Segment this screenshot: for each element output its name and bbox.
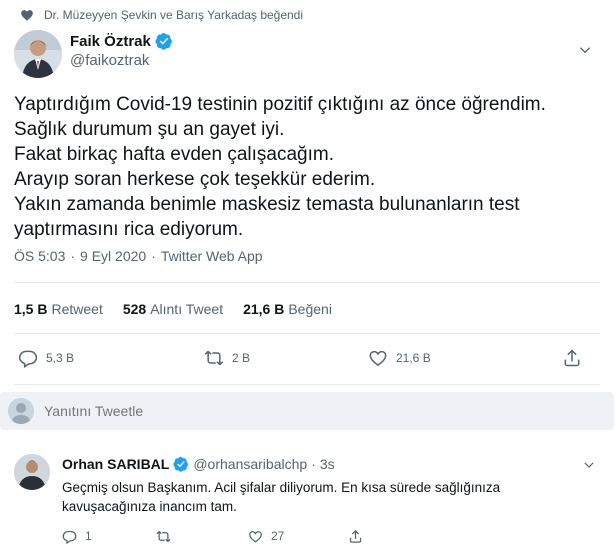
retweet-stat[interactable]: 1,5 B Retweet [14,301,103,317]
like-action-count: 21,6 B [396,351,431,365]
share-icon [564,349,580,367]
tweet-time[interactable]: ÖS 5:03 [14,248,65,264]
retweet-icon [156,530,171,542]
author-name-row[interactable]: Faik Öztrak [70,32,173,50]
tweet-stats: 1,5 B Retweet 528 Alıntı Tweet 21,6 B Be… [14,298,352,320]
reply-separator: · [311,456,316,472]
divider [14,333,600,334]
reply-actions: 1 27 [62,528,592,544]
social-context[interactable]: Dr. Müzeyyen Şevkin ve Barış Yarkadaş be… [21,6,304,24]
reply-composer[interactable] [0,392,614,430]
like-count: 21,6 B [243,301,285,317]
tweet-options-button[interactable] [574,40,596,60]
retweet-button[interactable]: 2 B [204,344,250,372]
retweet-icon [204,350,224,366]
author-name[interactable]: Faik Öztrak [70,33,151,50]
reply-options-button[interactable] [582,458,596,477]
reply-time[interactable]: 3s [320,456,335,472]
reply-icon [62,530,77,544]
heart-outline-icon [249,530,262,543]
heart-icon [21,10,33,21]
chevron-down-icon [584,462,594,468]
like-stat[interactable]: 21,6 B Beğeni [243,301,332,317]
verified-badge-icon [155,33,172,50]
like-label: Beğeni [288,301,332,317]
tweet-source[interactable]: Twitter Web App [161,248,263,264]
reply-count: 5,3 B [46,351,75,365]
verified-badge-icon [173,456,189,472]
author-avatar[interactable] [14,30,62,78]
reply-author-avatar[interactable] [14,454,50,490]
quote-label: Alıntı Tweet [150,301,224,317]
meta-separator: · [70,248,76,264]
tweet-actions: 5,3 B 2 B 21,6 B [14,344,600,372]
chevron-down-icon [579,47,591,54]
reply-retweet-button[interactable] [156,526,171,544]
reply-icon [18,350,38,368]
user-avatar [8,398,34,424]
reply-author-name[interactable]: Orhan SARIBAL [62,456,169,472]
reply-reply-count: 1 [85,529,92,543]
quote-stat[interactable]: 528 Alıntı Tweet [123,301,223,317]
tweet-meta: ÖS 5:03 · 9 Eyl 2020 · Twitter Web App [14,248,263,264]
reply-tweet[interactable]: Orhan SARIBAL @orhansaribalchp · 3s Geçm… [14,450,602,544]
retweet-label: Retweet [51,301,103,317]
liked-by-text: Dr. Müzeyyen Şevkin ve Barış Yarkadaş be… [44,8,304,22]
reply-reply-button[interactable]: 1 [62,526,92,544]
retweet-count: 1,5 B [14,301,48,317]
reply-author-handle[interactable]: @orhansaribalchp [193,456,307,472]
tweet-author: Faik Öztrak @faikoztrak [14,28,602,80]
heart-outline-icon [369,350,387,367]
reply-like-button[interactable]: 27 [248,526,284,544]
divider [14,282,600,283]
reply-like-count: 27 [271,529,285,543]
reply-button[interactable]: 5,3 B [18,344,74,372]
meta-separator: · [151,248,156,264]
quote-count: 528 [122,301,147,317]
reply-text: Geçmiş olsun Başkanım. Acil şifalar dili… [62,480,501,514]
tweet-date[interactable]: 9 Eyl 2020 [80,248,146,264]
reply-input[interactable] [44,403,544,419]
divider [14,384,600,385]
share-icon [349,529,362,543]
author-handle[interactable]: @faikoztrak [70,52,149,69]
share-button[interactable] [562,344,582,372]
reply-header: Orhan SARIBAL @orhansaribalchp · 3s [62,456,335,472]
retweet-action-count: 2 B [232,351,251,365]
like-button[interactable]: 21,6 B [368,344,431,372]
tweet-text: Yaptırdığım Covid-19 testinin pozitif çı… [14,94,546,240]
reply-share-button[interactable] [348,526,363,544]
